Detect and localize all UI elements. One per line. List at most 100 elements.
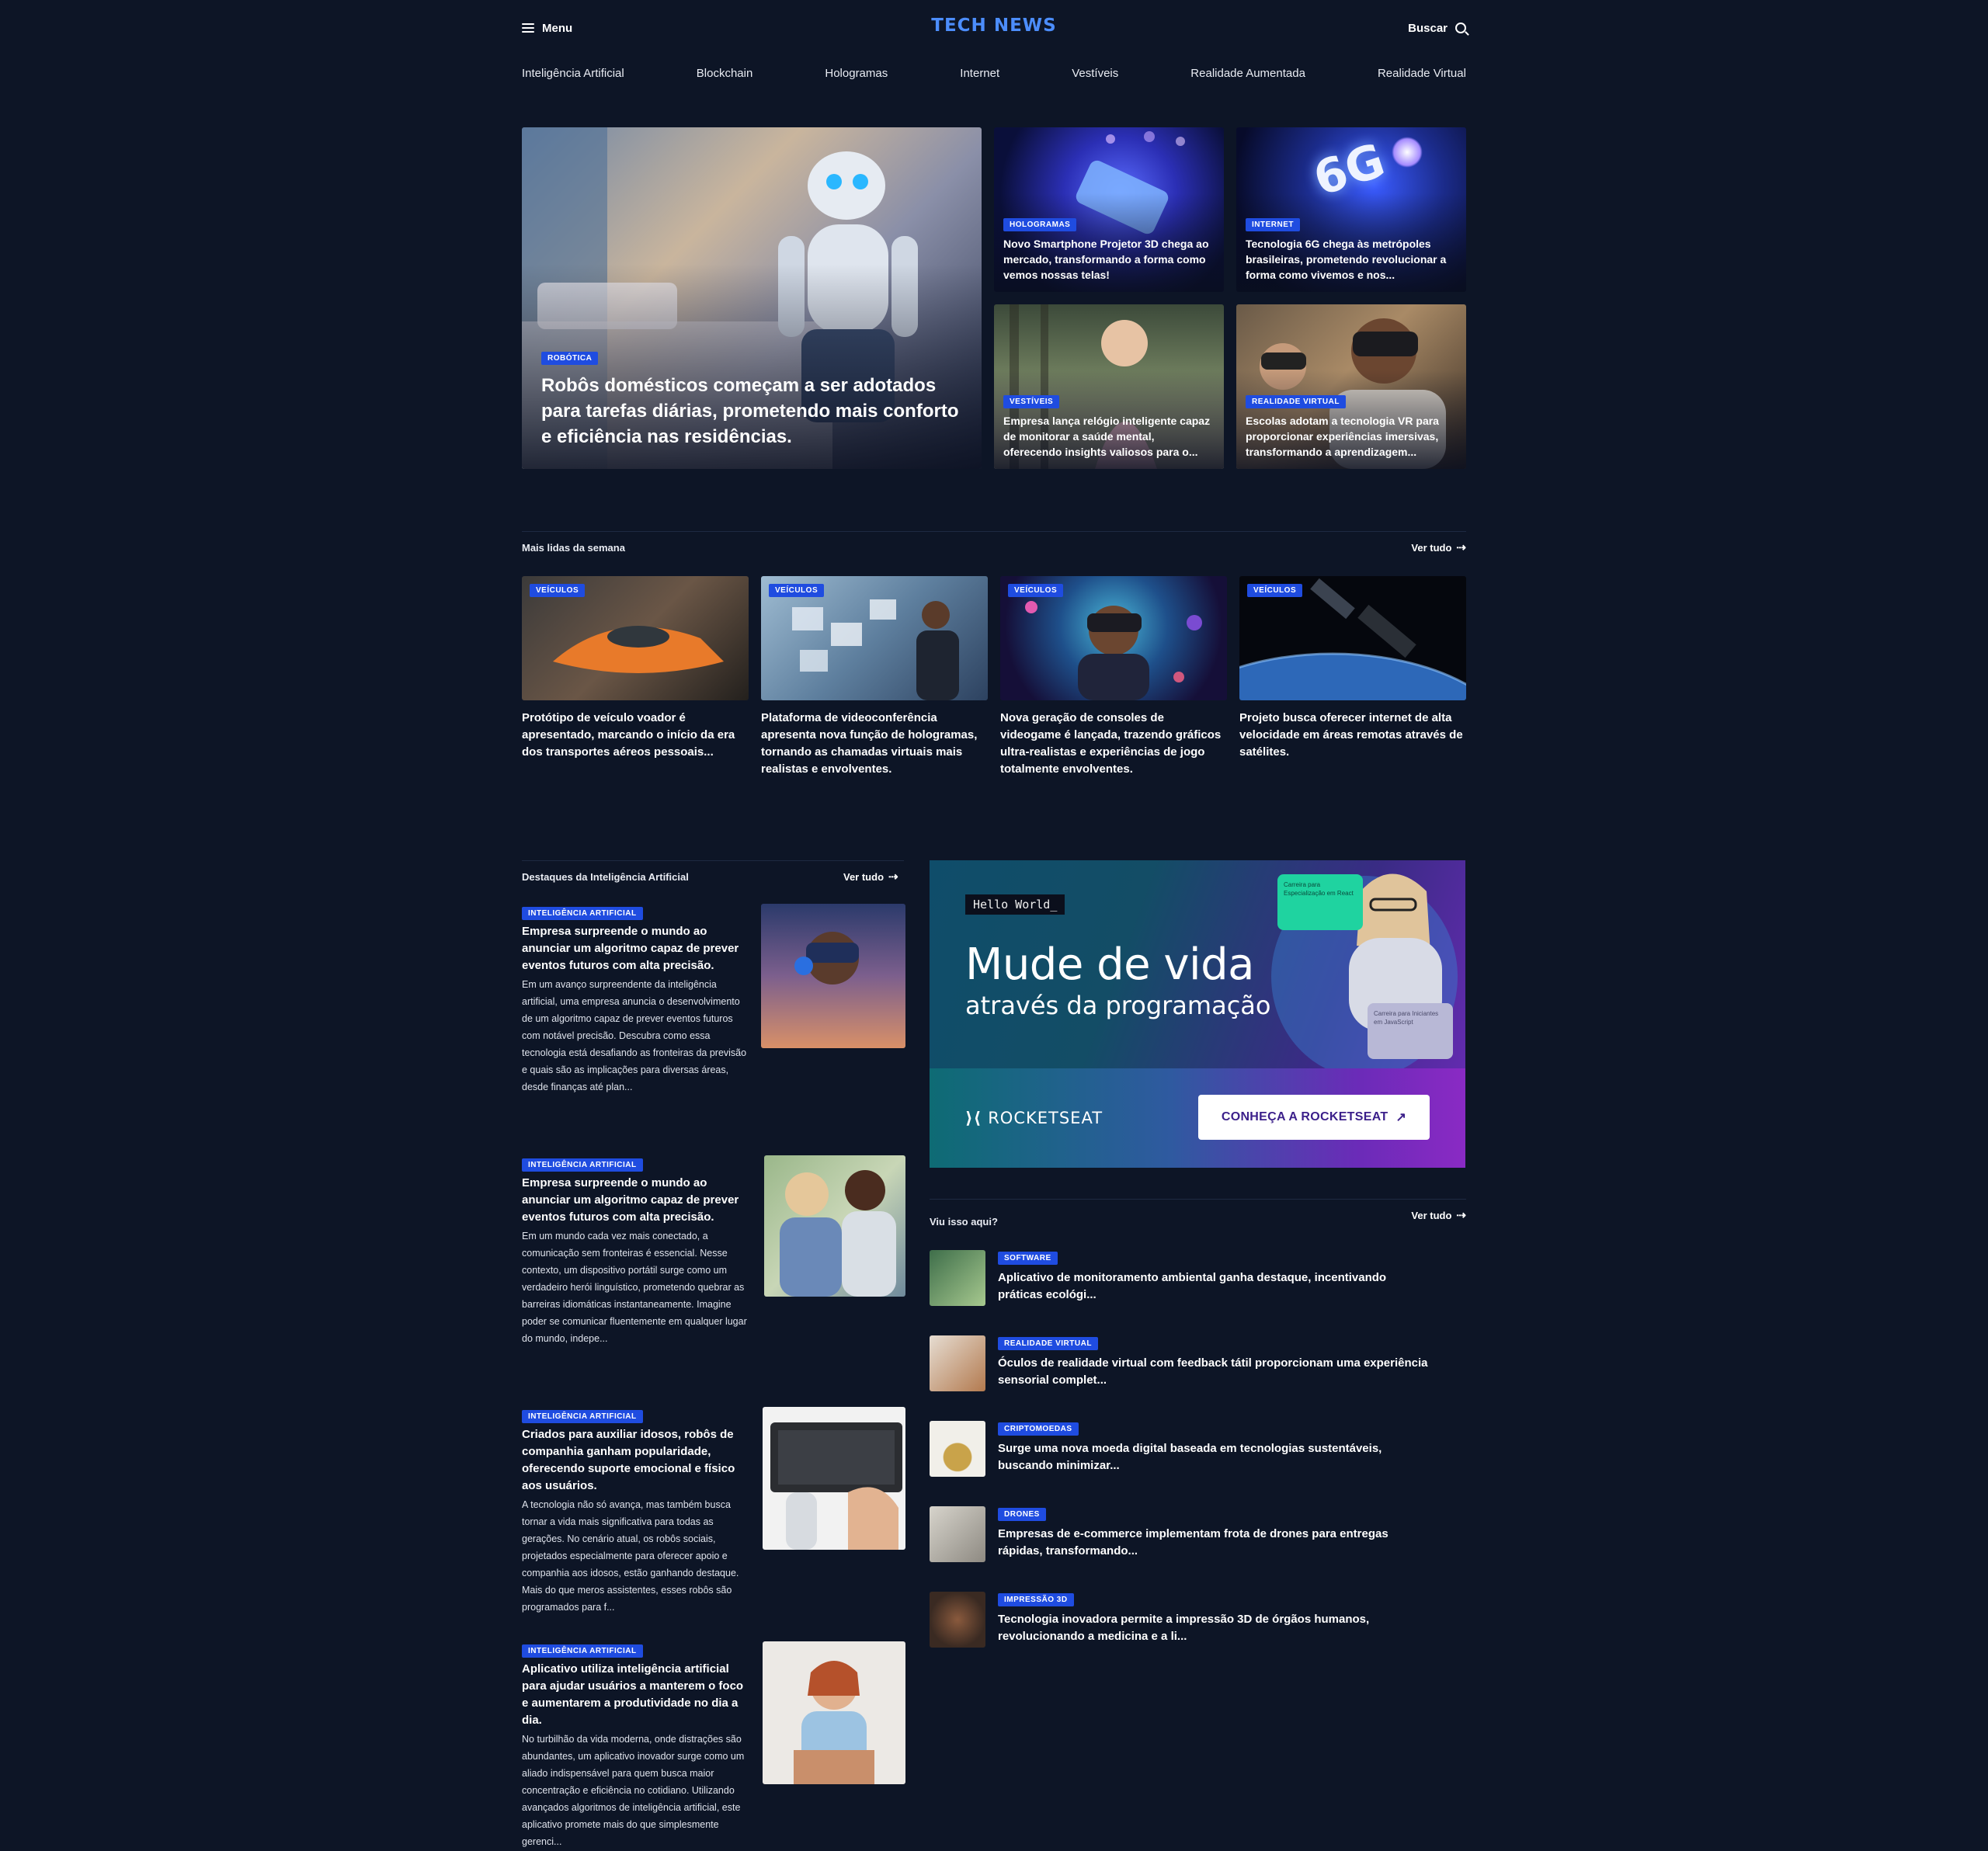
hero-main-card[interactable]: ROBÓTICA Robôs domésticos começam a ser … bbox=[522, 127, 982, 469]
ai-article[interactable]: INTELIGÊNCIA ARTIFICIAL Empresa surpreen… bbox=[522, 1157, 752, 1347]
rocketseat-icon: ⟩⟨ bbox=[965, 1109, 982, 1127]
menu-button[interactable]: Menu bbox=[522, 19, 572, 37]
menu-label: Menu bbox=[542, 21, 573, 35]
hero-card-title[interactable]: Tecnologia 6G chega às metrópoles brasil… bbox=[1246, 236, 1457, 283]
seen-item[interactable]: DRONES Empresas de e-commerce implementa… bbox=[930, 1506, 1433, 1562]
see-all-label: Ver tudo bbox=[843, 870, 885, 883]
most-read-title: Mais lidas da semana bbox=[522, 542, 625, 554]
most-read-see-all[interactable]: Ver tudo ⇢ bbox=[1411, 540, 1466, 554]
ai-article-image[interactable] bbox=[764, 1155, 905, 1297]
seen-item[interactable]: CRIPTOMOEDAS Surge uma nova moeda digita… bbox=[930, 1421, 1433, 1477]
category-badge[interactable]: SOFTWARE bbox=[998, 1252, 1058, 1265]
ai-article-desc: A tecnologia não só avança, mas também b… bbox=[522, 1499, 739, 1613]
nav-item-vestiveis[interactable]: Vestíveis bbox=[1072, 67, 1118, 80]
ai-article-image[interactable] bbox=[761, 904, 905, 1048]
most-read-card[interactable]: VEÍCULOS Plataforma de videoconferência … bbox=[761, 576, 988, 778]
category-badge[interactable]: VEÍCULOS bbox=[769, 584, 825, 597]
ai-article-title[interactable]: Empresa surpreende o mundo ao anunciar u… bbox=[522, 1175, 752, 1226]
category-badge[interactable]: VEÍCULOS bbox=[1008, 584, 1064, 597]
ad-cta-button[interactable]: CONHEÇA A ROCKETSEAT ↗ bbox=[1198, 1095, 1430, 1140]
most-read-item-title[interactable]: Protótipo de veículo voador é apresentad… bbox=[522, 710, 749, 761]
see-all-label: Ver tudo bbox=[1411, 1209, 1452, 1221]
seen-item-title[interactable]: Empresas de e-commerce implementam frota… bbox=[998, 1526, 1433, 1560]
hero-card-title[interactable]: Empresa lança relógio inteligente capaz … bbox=[1003, 413, 1215, 460]
ai-article-desc: Em um mundo cada vez mais conectado, a c… bbox=[522, 1231, 747, 1344]
most-read-card[interactable]: VEÍCULOS Projeto busca oferecer internet… bbox=[1239, 576, 1466, 761]
ai-article-title[interactable]: Criados para auxiliar idosos, robôs de c… bbox=[522, 1426, 752, 1495]
most-read-item-title[interactable]: Plataforma de videoconferência apresenta… bbox=[761, 710, 988, 778]
seen-item-image bbox=[930, 1335, 985, 1391]
category-badge[interactable]: ROBÓTICA bbox=[541, 352, 599, 365]
search-button[interactable]: Buscar bbox=[1408, 19, 1466, 37]
seen-item-title[interactable]: Óculos de realidade virtual com feedback… bbox=[998, 1355, 1433, 1389]
ai-article-desc: No turbilhão da vida moderna, onde distr… bbox=[522, 1734, 745, 1847]
gaming-vr-image: VEÍCULOS bbox=[1000, 576, 1227, 700]
site-logo[interactable]: TECH NEWS bbox=[916, 16, 1072, 36]
seen-item[interactable]: SOFTWARE Aplicativo de monitoramento amb… bbox=[930, 1250, 1433, 1306]
ai-article[interactable]: INTELIGÊNCIA ARTIFICIAL Empresa surpreen… bbox=[522, 905, 752, 1096]
seen-item-title[interactable]: Tecnologia inovadora permite a impressão… bbox=[998, 1611, 1433, 1645]
seen-item[interactable]: IMPRESSÃO 3D Tecnologia inovadora permit… bbox=[930, 1592, 1433, 1648]
ai-section-see-all[interactable]: Ver tudo ⇢ bbox=[843, 870, 898, 884]
hero-card-3[interactable]: VESTÍVEIS Empresa lança relógio intelige… bbox=[994, 304, 1224, 469]
ai-article-image[interactable] bbox=[763, 1641, 905, 1784]
ad-hello-world: Hello World_ bbox=[965, 894, 1065, 915]
category-badge[interactable]: INTERNET bbox=[1246, 218, 1300, 231]
ai-article[interactable]: INTELIGÊNCIA ARTIFICIAL Criados para aux… bbox=[522, 1408, 752, 1616]
most-read-item-title[interactable]: Nova geração de consoles de videogame é … bbox=[1000, 710, 1227, 778]
hero-card-title[interactable]: Escolas adotam a tecnologia VR para prop… bbox=[1246, 413, 1457, 460]
hero-card-1[interactable]: HOLOGRAMAS Novo Smartphone Projetor 3D c… bbox=[994, 127, 1224, 292]
search-label: Buscar bbox=[1408, 21, 1448, 35]
ad-headline: Mude de vida bbox=[965, 939, 1254, 990]
seen-item-title[interactable]: Surge uma nova moeda digital baseada em … bbox=[998, 1440, 1433, 1474]
most-read-item-title[interactable]: Projeto busca oferecer internet de alta … bbox=[1239, 710, 1466, 761]
hero-card-4[interactable]: REALIDADE VIRTUAL Escolas adotam a tecno… bbox=[1236, 304, 1466, 469]
category-badge[interactable]: VESTÍVEIS bbox=[1003, 395, 1060, 408]
category-badge[interactable]: REALIDADE VIRTUAL bbox=[998, 1337, 1098, 1350]
ai-article[interactable]: INTELIGÊNCIA ARTIFICIAL Aplicativo utili… bbox=[522, 1643, 752, 1850]
seen-item-image bbox=[930, 1506, 985, 1562]
hero-main-title[interactable]: Robôs domésticos começam a ser adotados … bbox=[541, 373, 962, 450]
hero-card-2[interactable]: 6G INTERNET Tecnologia 6G chega às metró… bbox=[1236, 127, 1466, 292]
rocketseat-logo: ⟩⟨ ROCKETSEAT bbox=[965, 1109, 1103, 1127]
nav-item-hologramas[interactable]: Hologramas bbox=[825, 67, 888, 80]
nav-item-realidade-virtual[interactable]: Realidade Virtual bbox=[1378, 67, 1466, 80]
flying-car-image: VEÍCULOS bbox=[522, 576, 749, 700]
nav-item-realidade-aumentada[interactable]: Realidade Aumentada bbox=[1190, 67, 1305, 80]
category-badge[interactable]: INTELIGÊNCIA ARTIFICIAL bbox=[522, 1644, 643, 1658]
category-badge[interactable]: INTELIGÊNCIA ARTIFICIAL bbox=[522, 1410, 643, 1423]
seen-item-image bbox=[930, 1250, 985, 1306]
hero-card-title[interactable]: Novo Smartphone Projetor 3D chega ao mer… bbox=[1003, 236, 1215, 283]
most-read-card[interactable]: VEÍCULOS Protótipo de veículo voador é a… bbox=[522, 576, 749, 761]
category-badge[interactable]: INTELIGÊNCIA ARTIFICIAL bbox=[522, 1158, 643, 1172]
category-badge[interactable]: VEÍCULOS bbox=[1247, 584, 1303, 597]
ai-article-image[interactable] bbox=[763, 1407, 905, 1550]
most-read-card[interactable]: VEÍCULOS Nova geração de consoles de vid… bbox=[1000, 576, 1227, 778]
category-badge[interactable]: HOLOGRAMAS bbox=[1003, 218, 1077, 231]
videoconference-hologram-image: VEÍCULOS bbox=[761, 576, 988, 700]
category-badge[interactable]: VEÍCULOS bbox=[530, 584, 586, 597]
arrow-right-icon: ⇢ bbox=[1456, 1209, 1466, 1222]
rocketseat-ad-banner[interactable]: Carreira para Especialização em React Ca… bbox=[930, 860, 1465, 1168]
nav-item-ia[interactable]: Inteligência Artificial bbox=[522, 67, 624, 80]
category-badge[interactable]: REALIDADE VIRTUAL bbox=[1246, 395, 1346, 408]
arrow-right-icon: ⇢ bbox=[888, 870, 898, 884]
category-badge[interactable]: IMPRESSÃO 3D bbox=[998, 1593, 1074, 1606]
nav-item-blockchain[interactable]: Blockchain bbox=[697, 67, 753, 80]
seen-item-image bbox=[930, 1592, 985, 1648]
ai-article-title[interactable]: Empresa surpreende o mundo ao anunciar u… bbox=[522, 923, 752, 974]
seen-item[interactable]: REALIDADE VIRTUAL Óculos de realidade vi… bbox=[930, 1335, 1433, 1391]
category-badge[interactable]: INTELIGÊNCIA ARTIFICIAL bbox=[522, 907, 643, 920]
seen-item-title[interactable]: Aplicativo de monitoramento ambiental ga… bbox=[998, 1269, 1433, 1304]
ai-section-title: Destaques da Inteligência Artificial bbox=[522, 871, 689, 883]
seen-section-title: Viu isso aqui? bbox=[930, 1216, 998, 1228]
divider bbox=[522, 531, 1466, 532]
category-badge[interactable]: CRIPTOMOEDAS bbox=[998, 1422, 1079, 1436]
seen-item-image bbox=[930, 1421, 985, 1477]
category-badge[interactable]: DRONES bbox=[998, 1508, 1046, 1521]
category-nav: Inteligência Artificial Blockchain Holog… bbox=[522, 67, 1466, 80]
ai-article-title[interactable]: Aplicativo utiliza inteligência artifici… bbox=[522, 1661, 752, 1729]
nav-item-internet[interactable]: Internet bbox=[960, 67, 999, 80]
seen-see-all[interactable]: Ver tudo ⇢ bbox=[1411, 1208, 1466, 1222]
divider bbox=[930, 1199, 1466, 1200]
